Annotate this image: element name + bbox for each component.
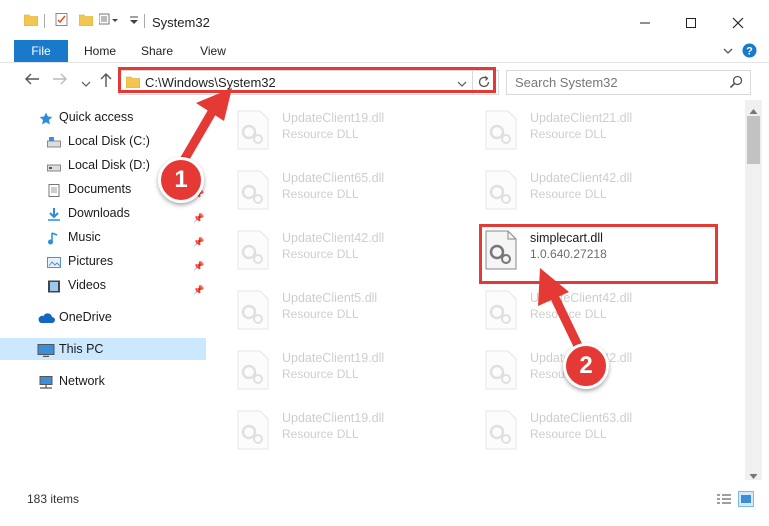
annotation-arrows xyxy=(175,88,587,359)
step-1-badge: 1 xyxy=(158,157,204,203)
step-2-badge: 2 xyxy=(563,343,609,389)
arrow-1 xyxy=(175,88,232,172)
arrow-2 xyxy=(538,268,587,359)
